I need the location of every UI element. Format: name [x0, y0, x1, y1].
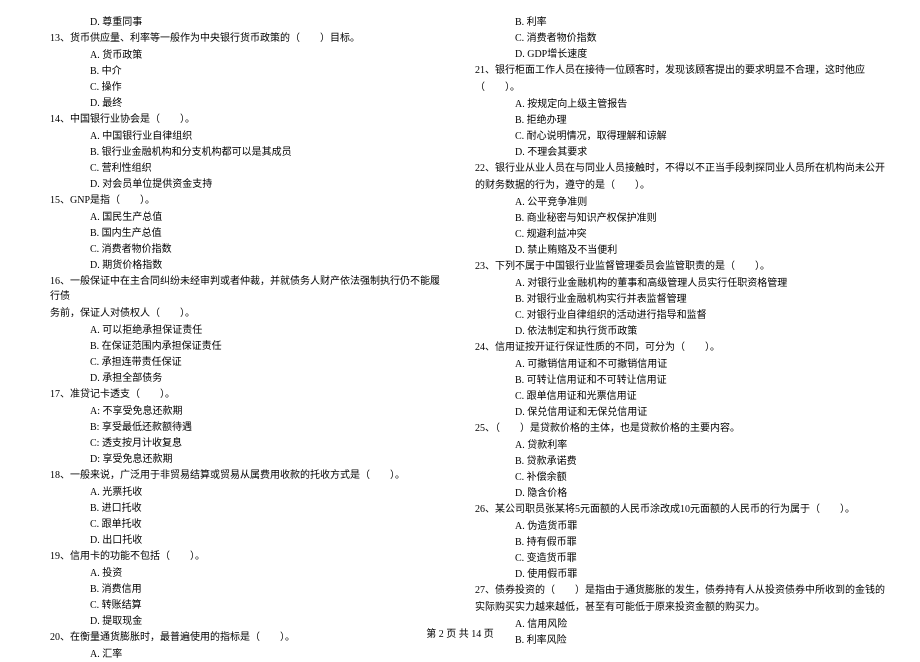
- q16-option-a: A. 可以拒绝承担保证责任: [90, 323, 445, 338]
- q19-text: 19、信用卡的功能不包括（ ）。: [50, 549, 445, 564]
- q16-option-d: D. 承担全部债务: [90, 371, 445, 386]
- q20-option-c: C. 消费者物价指数: [515, 31, 890, 46]
- q21-option-c: C. 耐心说明情况，取得理解和谅解: [515, 129, 890, 144]
- q12-option-d: D. 尊重同事: [90, 15, 445, 30]
- right-column: B. 利率 C. 消费者物价指数 D. GDP增长速度 21、银行柜面工作人员在…: [475, 15, 890, 605]
- q14-text: 14、中国银行业协会是（ ）。: [50, 112, 445, 127]
- q19-option-b: B. 消费信用: [90, 582, 445, 597]
- q20-option-b: B. 利率: [515, 15, 890, 30]
- q15-option-b: B. 国内生产总值: [90, 226, 445, 241]
- q15-option-c: C. 消费者物价指数: [90, 242, 445, 257]
- q24-option-d: D. 保兑信用证和无保兑信用证: [515, 405, 890, 420]
- q16-text: 16、一般保证中在主合同纠纷未经审判或者仲裁，并就债务人财产依法强制执行仍不能履…: [50, 274, 445, 304]
- q26-option-a: A. 伪造货币罪: [515, 519, 890, 534]
- q18-option-c: C. 跟单托收: [90, 517, 445, 532]
- q26-option-c: C. 变造货币罪: [515, 551, 890, 566]
- q13-option-c: C. 操作: [90, 80, 445, 95]
- q18-option-a: A. 光票托收: [90, 485, 445, 500]
- q23-option-b: B. 对银行业金融机构实行并表监督管理: [515, 292, 890, 307]
- q23-option-c: C. 对银行业自律组织的活动进行指导和监督: [515, 308, 890, 323]
- q21-option-a: A. 按规定向上级主管报告: [515, 97, 890, 112]
- left-column: D. 尊重同事 13、货币供应量、利率等一般作为中央银行货币政策的（ ）目标。 …: [30, 15, 445, 605]
- q17-option-d: D: 享受免息还款期: [90, 452, 445, 467]
- q21-cont: （ ）。: [475, 80, 890, 95]
- q13-option-d: D. 最终: [90, 96, 445, 111]
- q18-text: 18、一般来说，广泛用于非贸易结算或贸易从属费用收款的托收方式是（ ）。: [50, 468, 445, 483]
- q16-option-c: C. 承担连带责任保证: [90, 355, 445, 370]
- q13-option-b: B. 中介: [90, 64, 445, 79]
- q24-option-b: B. 可转让信用证和不可转让信用证: [515, 373, 890, 388]
- q15-option-a: A. 国民生产总值: [90, 210, 445, 225]
- q13-option-a: A. 货币政策: [90, 48, 445, 63]
- q25-option-c: C. 补偿余额: [515, 470, 890, 485]
- q14-option-b: B. 银行业金融机构和分支机构都可以是其成员: [90, 145, 445, 160]
- q23-option-d: D. 依法制定和执行货币政策: [515, 324, 890, 339]
- q17-option-c: C: 透支按月计收复息: [90, 436, 445, 451]
- q13-text: 13、货币供应量、利率等一般作为中央银行货币政策的（ ）目标。: [50, 31, 445, 46]
- q23-text: 23、下列不属于中国银行业监督管理委员会监管职责的是（ ）。: [475, 259, 890, 274]
- q22-option-d: D. 禁止贿赂及不当便利: [515, 243, 890, 258]
- q14-option-c: C. 营利性组织: [90, 161, 445, 176]
- q25-text: 25、（ ）是贷款价格的主体，也是贷款价格的主要内容。: [475, 421, 890, 436]
- q21-text: 21、银行柜面工作人员在接待一位顾客时，发现该顾客提出的要求明显不合理，这时他应: [475, 63, 890, 78]
- q26-text: 26、某公司职员张某将5元面额的人民币涂改成10元面额的人民币的行为属于（ ）。: [475, 502, 890, 517]
- q19-option-a: A. 投资: [90, 566, 445, 581]
- q26-option-d: D. 使用假币罪: [515, 567, 890, 582]
- q19-option-c: C. 转账结算: [90, 598, 445, 613]
- q24-text: 24、信用证按开证行保证性质的不同，可分为（ ）。: [475, 340, 890, 355]
- q22-option-c: C. 规避利益冲突: [515, 227, 890, 242]
- q26-option-b: B. 持有假币罪: [515, 535, 890, 550]
- q14-option-a: A. 中国银行业自律组织: [90, 129, 445, 144]
- q14-option-d: D. 对会员单位提供资金支持: [90, 177, 445, 192]
- q18-option-b: B. 进口托收: [90, 501, 445, 516]
- q25-option-b: B. 贷款承诺费: [515, 454, 890, 469]
- q16-cont: 务前，保证人对债权人（ ）。: [50, 306, 445, 321]
- q22-option-a: A. 公平竞争准则: [515, 195, 890, 210]
- q22-cont: 的财务数据的行为，遵守的是（ ）。: [475, 178, 890, 193]
- q25-option-a: A. 贷款利率: [515, 438, 890, 453]
- page-footer: 第 2 页 共 14 页: [0, 627, 920, 642]
- q24-option-c: C. 跟单信用证和光票信用证: [515, 389, 890, 404]
- q15-text: 15、GNP是指（ ）。: [50, 193, 445, 208]
- q22-option-b: B. 商业秘密与知识产权保护准则: [515, 211, 890, 226]
- q18-option-d: D. 出口托收: [90, 533, 445, 548]
- q17-text: 17、准贷记卡透支（ ）。: [50, 387, 445, 402]
- q27-text: 27、债券投资的（ ）是指由于通货膨胀的发生，债券持有人从投资债券中所收到的金钱…: [475, 583, 890, 598]
- q17-option-b: B: 享受最低还款额待遇: [90, 420, 445, 435]
- q22-text: 22、银行业从业人员在与同业人员接触时，不得以不正当手段刺探同业人员所在机构尚未…: [475, 161, 890, 176]
- q20-option-d: D. GDP增长速度: [515, 47, 890, 62]
- q15-option-d: D. 期货价格指数: [90, 258, 445, 273]
- q24-option-a: A. 可撤销信用证和不可撤销信用证: [515, 357, 890, 372]
- q27-cont: 实际购买实力越来越低，甚至有可能低于原来投资金额的购买力。: [475, 600, 890, 615]
- content-columns: D. 尊重同事 13、货币供应量、利率等一般作为中央银行货币政策的（ ）目标。 …: [30, 15, 890, 605]
- q23-option-a: A. 对银行业金融机构的董事和高级管理人员实行任职资格管理: [515, 276, 890, 291]
- q21-option-b: B. 拒绝办理: [515, 113, 890, 128]
- q20-option-a: A. 汇率: [90, 647, 445, 662]
- q16-option-b: B. 在保证范围内承担保证责任: [90, 339, 445, 354]
- q21-option-d: D. 不理会其要求: [515, 145, 890, 160]
- q25-option-d: D. 隐含价格: [515, 486, 890, 501]
- q17-option-a: A: 不享受免息还款期: [90, 404, 445, 419]
